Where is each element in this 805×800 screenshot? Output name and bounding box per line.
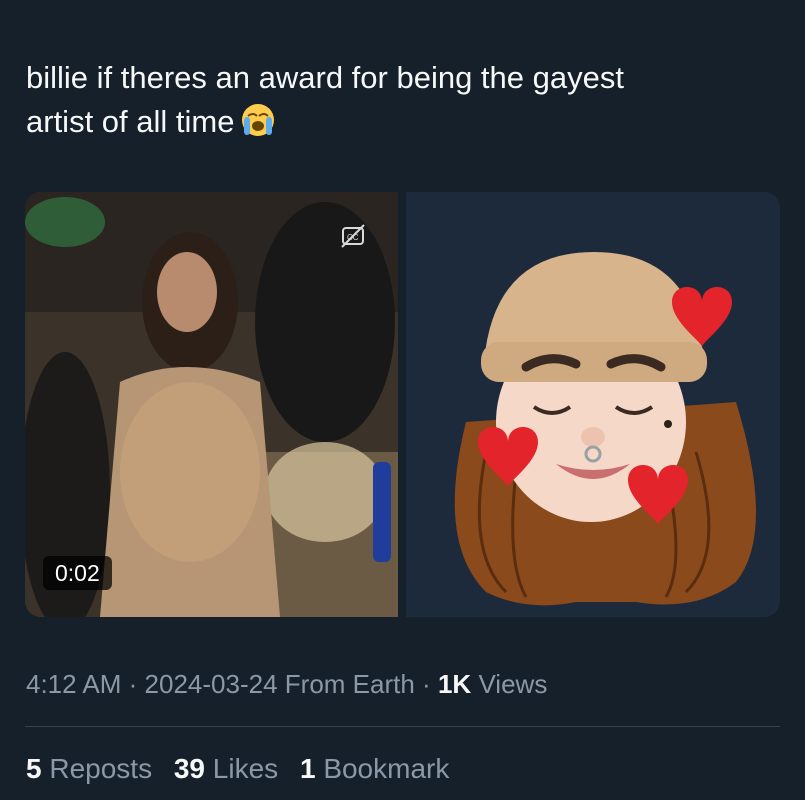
video-player[interactable]: CC 0:02 <box>25 192 398 617</box>
likes-count: 39 <box>173 753 206 784</box>
tweet-text: billie if theres an award for being the … <box>26 56 766 144</box>
views-count: 1K <box>437 669 472 699</box>
tweet-date[interactable]: 2024-03-24 <box>145 669 278 699</box>
video-duration-badge: 0:02 <box>43 556 112 590</box>
engagement-stats: 5 Reposts 39 Likes 1 Bookmark <box>26 751 463 787</box>
bookmarks-label: Bookmark <box>323 753 450 784</box>
video-frame <box>25 192 398 617</box>
reposts-count: 5 <box>26 753 42 784</box>
media-grid: CC 0:02 <box>25 192 780 617</box>
tweet-location: From Earth <box>284 669 415 699</box>
meta-separator: · <box>128 669 138 699</box>
tweet-text-line1: billie if theres an award for being the … <box>26 60 624 95</box>
likes-label: Likes <box>212 753 279 784</box>
tweet-text-line2: artist of all time <box>26 104 235 139</box>
reposts-stat[interactable]: 5 Reposts <box>26 753 160 784</box>
views-label: Views <box>478 669 548 699</box>
meta-separator-2: · <box>422 669 431 699</box>
memoji-image[interactable] <box>406 192 780 617</box>
tweet-metadata: 4:12 AM · 2024-03-24 From Earth · 1K Vie… <box>26 666 547 702</box>
reposts-label: Reposts <box>49 753 153 784</box>
memoji-avatar-icon <box>454 252 756 606</box>
crying-face-emoji-icon <box>242 104 275 136</box>
tweet-time[interactable]: 4:12 AM <box>26 669 121 699</box>
likes-stat[interactable]: 39 Likes <box>174 753 286 784</box>
bookmarks-stat[interactable]: 1 Bookmark <box>300 753 449 784</box>
captions-off-icon[interactable]: CC <box>339 222 367 250</box>
bookmarks-count: 1 <box>299 753 316 784</box>
divider <box>25 726 780 727</box>
